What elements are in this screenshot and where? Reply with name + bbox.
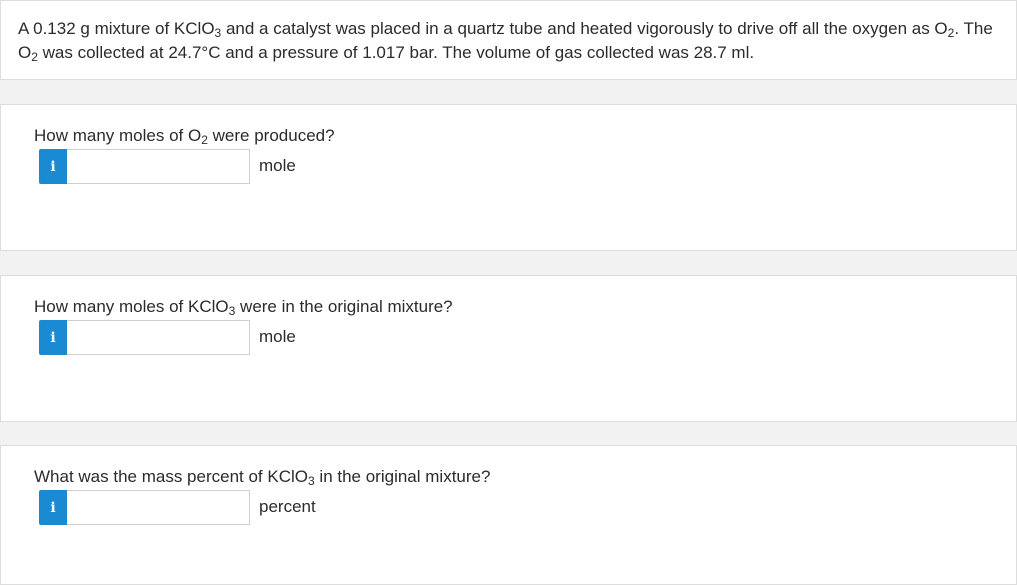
question-card-2: How many moles of KClO3 were in the orig… (0, 275, 1017, 422)
problem-statement-card: A 0.132 g mixture of KClO3 and a catalys… (0, 0, 1017, 80)
answer-input-2[interactable] (67, 320, 250, 355)
statement-text: and a catalyst was placed in a quartz tu… (221, 19, 948, 38)
info-icon[interactable]: i (39, 490, 67, 525)
question-card-1: How many moles of O2 were produced? i mo… (0, 104, 1017, 251)
info-icon[interactable]: i (39, 149, 67, 184)
answer-row-2: i mole (39, 320, 339, 355)
answer-input-1[interactable] (67, 149, 250, 184)
question-text-3: What was the mass percent of KClO3 in th… (34, 467, 491, 488)
question-text-1: How many moles of O2 were produced? (34, 126, 335, 147)
subscript: 2 (31, 50, 38, 64)
statement-text: was collected at 24.7°C and a pressure o… (37, 43, 755, 62)
unit-label-3: percent (259, 497, 316, 516)
unit-label-2: mole (259, 327, 296, 346)
info-icon[interactable]: i (39, 320, 67, 355)
statement-text: A 0.132 g mixture of KClO (18, 19, 215, 38)
question-card-3: What was the mass percent of KClO3 in th… (0, 445, 1017, 585)
subscript: 3 (308, 474, 315, 488)
answer-input-3[interactable] (67, 490, 250, 525)
answer-row-1: i mole (39, 149, 339, 184)
question-text-2: How many moles of KClO3 were in the orig… (34, 297, 453, 318)
answer-row-3: i percent (39, 490, 339, 525)
unit-label-1: mole (259, 156, 296, 175)
problem-statement: A 0.132 g mixture of KClO3 and a catalys… (18, 17, 1008, 65)
subscript: 2 (201, 133, 208, 147)
